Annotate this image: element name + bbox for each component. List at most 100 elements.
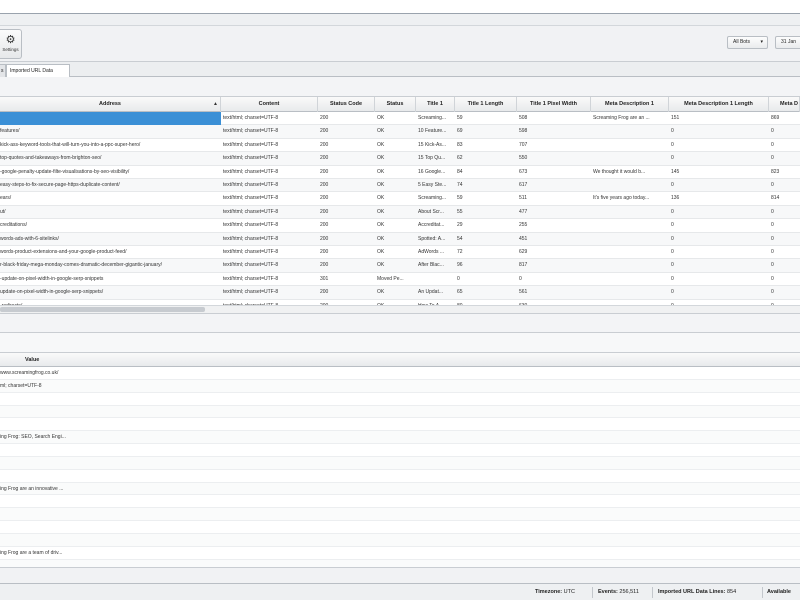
column-header-value[interactable]: Value (22, 353, 322, 367)
detail-row[interactable] (0, 534, 800, 547)
column-header-status[interactable]: Status (375, 97, 416, 112)
tab-imported-url-data[interactable]: Imported URL Data (6, 64, 70, 78)
cell-mpx: 823 (771, 168, 780, 175)
cell-meta (591, 152, 669, 165)
cell-address: r-black-friday-mega-monday-comes-dramati… (0, 262, 162, 269)
status-divider (762, 587, 763, 598)
cell-status: OK (377, 262, 385, 269)
horizontal-scrollbar[interactable] (0, 305, 800, 313)
url-data-table: Address ▲ Content Status Code Status Tit… (0, 97, 800, 313)
column-header-title-1[interactable]: Title 1 (416, 97, 455, 112)
cell-title: 15 Top Qu... (418, 155, 446, 162)
detail-toolbar (0, 333, 800, 353)
detail-row[interactable]: ing Frog: SEO, Search Engi... (0, 431, 800, 445)
detail-row[interactable] (0, 444, 800, 457)
date-select[interactable]: 31 Jan (775, 36, 800, 49)
gear-icon: ⚙ (5, 34, 16, 46)
scrollbar-thumb[interactable] (0, 307, 205, 312)
column-header-meta-description-1[interactable]: Meta Description 1 (591, 97, 669, 112)
timezone-value: UTC (563, 589, 575, 595)
cell-status: OK (377, 182, 385, 188)
table-row[interactable]: kick-ass-keyword-tools-that-will-turn-yo… (0, 139, 800, 153)
table-row[interactable]: top-quotes-and-takeaways-from-brighton-s… (0, 152, 800, 166)
cell-status: OK (377, 128, 385, 135)
cell-title: About Scr... (418, 208, 444, 215)
detail-row[interactable] (0, 521, 800, 535)
column-header-address[interactable]: Address (0, 97, 221, 112)
detail-row[interactable] (0, 508, 800, 522)
detail-row[interactable]: ing Frog are an innovative ... (0, 482, 800, 496)
cell-mpx: 0 (771, 222, 774, 229)
cell-address: ears/ (0, 195, 12, 202)
detail-row[interactable] (0, 405, 800, 419)
table-row[interactable]: -google-penalty-update-filte-visualisati… (0, 166, 800, 179)
detail-value (0, 457, 400, 469)
cell-content: text/html; charset=UTF-8 (223, 168, 279, 175)
cell-content: text/html; charset=UTF-8 (223, 222, 279, 229)
cell-title: An Updat... (418, 289, 444, 296)
table-row[interactable]: words-ads-with-6-sitelinks/text/html; ch… (0, 232, 800, 246)
detail-row[interactable] (0, 470, 800, 483)
panel-splitter[interactable] (0, 313, 800, 333)
cell-code: 200 (320, 249, 329, 255)
cell-address: kick-ass-keyword-tools-that-will-turn-yo… (0, 141, 141, 148)
detail-row[interactable]: www.screamingfrog.co.uk/ (0, 367, 800, 380)
window-top-strip (0, 0, 800, 14)
cell-status: OK (377, 168, 385, 175)
table-row[interactable]: features/text/html; charset=UTF-8 200 OK 10… (0, 125, 800, 139)
cell-tpx: 508 (519, 115, 528, 121)
column-header-status-code[interactable]: Status Code (318, 97, 375, 112)
settings-button[interactable]: ⚙ Settings (0, 29, 22, 59)
column-header-name[interactable] (0, 353, 22, 367)
detail-row[interactable] (0, 496, 800, 509)
cell-tpx: 617 (519, 182, 528, 188)
cell-mpx: 0 (771, 141, 774, 148)
chevron-down-icon: ▾ (760, 39, 763, 45)
cell-meta (591, 246, 669, 259)
cell-tlen: 29 (457, 222, 463, 229)
detail-row[interactable]: ing Frog are a team of driv... (0, 547, 800, 560)
table-row[interactable]: creditations/text/html; charset=UTF-8 200… (0, 219, 800, 233)
column-header-meta-description-1-pixel-width[interactable]: Meta D (769, 97, 800, 112)
cell-tlen: 55 (457, 208, 463, 215)
events-label: Events: (598, 589, 618, 595)
table-row[interactable]: ears/text/html; charset=UTF-8 200 OK Scream… (0, 192, 800, 206)
cell-code: 301 (320, 275, 329, 282)
detail-row[interactable] (0, 418, 800, 432)
column-header-meta-description-1-length[interactable]: Meta Description 1 Length (669, 97, 769, 112)
cell-tpx: 817 (519, 262, 528, 269)
cell-mlen: 0 (671, 275, 674, 282)
column-header-content[interactable]: Content (221, 97, 318, 112)
detail-row[interactable] (0, 456, 800, 470)
cell-address (0, 112, 221, 125)
table-row[interactable]: ut/text/html; charset=UTF-8 200 OK About Sc… (0, 205, 800, 220)
cell-mlen: 136 (671, 195, 680, 202)
cell-tpx: 707 (519, 141, 528, 148)
column-header-title-1-length[interactable]: Title 1 Length (455, 97, 517, 112)
lower-tab-strip (0, 567, 800, 583)
table-row[interactable]: easy-steps-to-fix-secure-page-https-dupl… (0, 179, 800, 193)
detail-row[interactable]: ml; charset=UTF-8 (0, 379, 800, 393)
column-header-title-1-pixel-width[interactable]: Title 1 Pixel Width (517, 97, 591, 112)
table-row[interactable]: text/html; charset=UTF-8 200 OK Screaming..… (0, 112, 800, 126)
cell-meta: It's five years ago today... (593, 195, 650, 202)
cell-mlen: 0 (671, 141, 674, 148)
table-row[interactable]: update-on-pixel-width-in-google-serp-sni… (0, 286, 800, 300)
table-row[interactable]: words-product-extensions-and-your-google… (0, 246, 800, 260)
cell-mpx: 0 (771, 249, 774, 255)
cell-content: text/html; charset=UTF-8 (223, 155, 279, 162)
cell-content: text/html; charset=UTF-8 (223, 195, 279, 202)
cell-meta: We thought it would b... (593, 168, 646, 175)
detail-value (0, 406, 400, 418)
cell-tlen: 84 (457, 168, 463, 175)
events-status: Events: 256,511 (598, 584, 639, 600)
table-row[interactable]: -update-on-pixel-width-in-google-serp-sn… (0, 273, 800, 287)
detail-row[interactable] (0, 559, 800, 567)
cell-status: OK (377, 195, 385, 202)
sort-ascending-icon[interactable]: ▲ (213, 97, 218, 112)
table-row[interactable]: r-black-friday-mega-monday-comes-dramati… (0, 259, 800, 273)
bots-select[interactable]: All Bots ▾ (727, 36, 768, 49)
detail-value: ing Frog are a team of driv... (0, 549, 63, 556)
timezone-status: Timezone: UTC (535, 584, 575, 600)
detail-row[interactable] (0, 393, 800, 406)
